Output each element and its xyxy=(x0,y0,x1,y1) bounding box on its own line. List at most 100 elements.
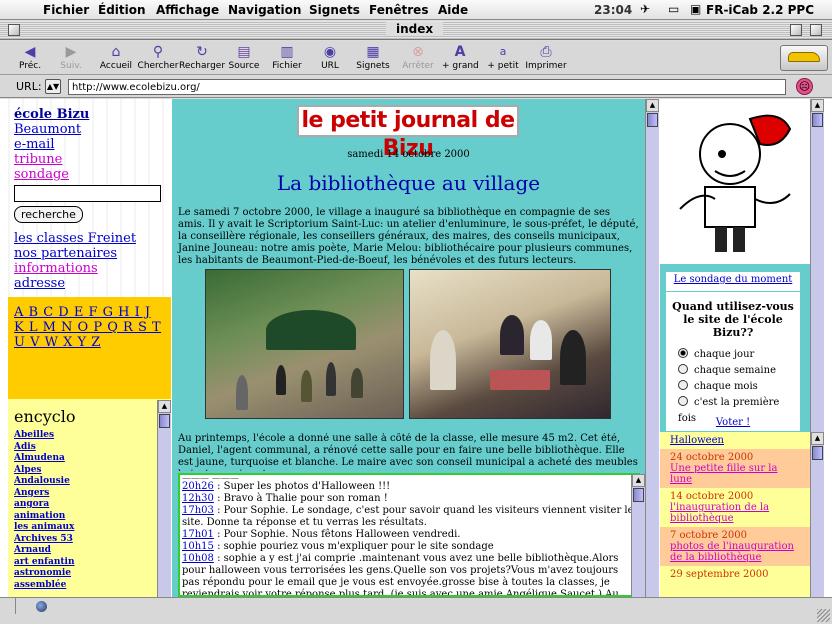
guestbook-entry-time[interactable]: 10h15 xyxy=(182,541,214,552)
home-button[interactable]: ⌂ Accueil xyxy=(98,43,134,71)
article-scrollbar[interactable]: ▲ xyxy=(645,99,659,597)
scroll-up-arrow-icon[interactable]: ▲ xyxy=(646,99,659,112)
forward-button[interactable]: ▶ Suiv. xyxy=(56,43,86,71)
scroll-thumb[interactable] xyxy=(812,446,823,460)
news-link[interactable]: l'inauguration de la bibliothèque xyxy=(670,502,769,524)
poll-option[interactable]: chaque mois xyxy=(678,379,800,395)
resize-grip-icon[interactable] xyxy=(817,609,830,622)
news-link[interactable]: photos de l'inauguration de la bibliothè… xyxy=(670,541,794,563)
menu-edition[interactable]: Édition xyxy=(98,3,146,17)
book-table-shape xyxy=(490,370,550,390)
poll-option[interactable]: c'est la première fois xyxy=(678,395,800,424)
reload-button[interactable]: ↻ Recharger xyxy=(178,43,226,71)
stop-button[interactable]: ⊗ Arrêter xyxy=(400,43,436,71)
nav-link-informations[interactable]: informations xyxy=(14,261,165,276)
encyclo-item[interactable]: Adis xyxy=(14,442,165,454)
guestbook-scrollbar[interactable]: ▲ xyxy=(631,474,645,597)
menu-affichage[interactable]: Affichage xyxy=(156,3,219,17)
radio-icon[interactable] xyxy=(678,396,688,406)
close-box-icon[interactable] xyxy=(8,24,20,36)
html-error-face-icon[interactable]: ☹ xyxy=(796,78,813,95)
nav-link-tribune[interactable]: tribune xyxy=(14,152,165,167)
url-button[interactable]: ◉ URL xyxy=(318,43,342,71)
search-button[interactable]: ⚲ Chercher xyxy=(136,43,180,71)
encyclo-item[interactable]: les animaux xyxy=(14,522,165,534)
search-input[interactable] xyxy=(14,185,161,202)
alphabet-row-2[interactable]: K L M N O P Q R S T xyxy=(14,320,161,335)
encyclo-item[interactable]: art enfantin xyxy=(14,557,165,569)
news-link[interactable]: Halloween xyxy=(670,435,724,446)
radio-icon[interactable] xyxy=(678,380,688,390)
source-button[interactable]: ▤ Source xyxy=(227,43,261,71)
scroll-up-arrow-icon[interactable]: ▲ xyxy=(811,432,824,445)
bookmarks-button[interactable]: ▦ Signets xyxy=(355,43,391,71)
person-shape xyxy=(430,330,456,390)
radio-icon[interactable] xyxy=(678,364,688,374)
application-menu-icon[interactable]: ▣ xyxy=(690,2,701,16)
guestbook-entry-time[interactable]: 10h08 xyxy=(182,553,214,564)
scroll-thumb[interactable] xyxy=(812,113,823,127)
nav-link-email[interactable]: e-mail xyxy=(14,137,165,152)
nav-link-ecole-bizu[interactable]: école Bizu xyxy=(14,107,165,122)
encyclo-scrollbar[interactable]: ▲ xyxy=(157,400,171,597)
encyclo-item[interactable]: assemblée xyxy=(14,580,165,592)
back-button[interactable]: ◀ Préc. xyxy=(14,43,46,71)
encyclo-item[interactable]: Archives 53 xyxy=(14,534,165,546)
encyclo-item[interactable]: Alpes xyxy=(14,465,165,477)
zoom-box-icon[interactable] xyxy=(790,24,802,36)
print-button[interactable]: ⎙ Imprimer xyxy=(524,43,568,71)
menu-navigation[interactable]: Navigation xyxy=(228,3,301,17)
radio-selected-icon[interactable] xyxy=(678,348,688,358)
poll-title[interactable]: Le sondage du moment xyxy=(666,274,800,292)
search-submit-button[interactable]: recherche xyxy=(14,206,83,223)
icab-taxi-button[interactable] xyxy=(780,45,828,71)
cartoon-scrollbar[interactable]: ▲ xyxy=(810,99,824,432)
nav-link-sondage[interactable]: sondage xyxy=(14,167,165,182)
news-link[interactable]: Une petite fille sur la lune xyxy=(670,463,777,485)
url-input[interactable] xyxy=(68,79,786,95)
news-scrollbar[interactable]: ▲ xyxy=(810,432,824,597)
encyclo-item[interactable]: Almudena xyxy=(14,453,165,465)
menu-fenetres[interactable]: Fenêtres xyxy=(369,3,428,17)
alphabet-row-3[interactable]: U V W X Y Z xyxy=(14,335,101,350)
url-history-stepper[interactable]: ▲▼ xyxy=(45,79,61,94)
menubar-clock[interactable]: 23:04 xyxy=(594,3,632,17)
scroll-up-arrow-icon[interactable]: ▲ xyxy=(632,474,645,487)
encyclo-item[interactable]: astronomie xyxy=(14,568,165,580)
guestbook-entry-time[interactable]: 20h26 xyxy=(182,481,214,492)
scroll-thumb[interactable] xyxy=(633,488,644,502)
disk-icon[interactable]: ▭ xyxy=(668,2,679,16)
encyclo-item[interactable]: Andalousie xyxy=(14,476,165,488)
scroll-thumb[interactable] xyxy=(159,414,170,428)
menu-fichier[interactable]: Fichier xyxy=(43,3,89,17)
collapse-box-icon[interactable] xyxy=(810,24,822,36)
poll-option[interactable]: chaque jour xyxy=(678,347,800,363)
guestbook-entry-time[interactable]: 12h30 xyxy=(182,493,214,504)
guestbook-entry-time[interactable]: 17h01 xyxy=(182,529,214,540)
encyclo-item[interactable]: Angers xyxy=(14,488,165,500)
application-name[interactable]: FR-iCab 2.2 PPC xyxy=(706,3,814,17)
nav-link-adresse[interactable]: adresse xyxy=(14,276,165,291)
smaller-text-button[interactable]: a + petit xyxy=(486,43,520,71)
file-button[interactable]: ▥ Fichier xyxy=(270,43,304,71)
nav-link-classes-freinet[interactable]: les classes Freinet xyxy=(14,231,165,246)
scroll-thumb[interactable] xyxy=(647,113,658,127)
menu-signets[interactable]: Signets xyxy=(309,3,360,17)
encyclo-item[interactable]: Abeilles xyxy=(14,430,165,442)
horizontal-scroll-left[interactable] xyxy=(0,598,16,614)
encyclo-item[interactable]: animation xyxy=(14,511,165,523)
control-strip-icon[interactable]: ✈ xyxy=(640,2,650,16)
guestbook-entry-time[interactable]: 17h03 xyxy=(182,505,214,516)
menu-aide[interactable]: Aide xyxy=(438,3,468,17)
scroll-up-arrow-icon[interactable]: ▲ xyxy=(158,400,171,413)
alphabet-row-1[interactable]: A B C D E F G H I J xyxy=(14,305,151,320)
nav-link-beaumont[interactable]: Beaumont xyxy=(14,122,165,137)
window-title-bar[interactable]: index xyxy=(0,21,832,40)
poll-question: Quand utilisez-vous le site de l'école B… xyxy=(672,300,794,339)
scroll-up-arrow-icon[interactable]: ▲ xyxy=(811,99,824,112)
nav-link-partenaires[interactable]: nos partenaires xyxy=(14,246,165,261)
bigger-text-button[interactable]: A + grand xyxy=(442,43,479,71)
encyclo-item[interactable]: Arnaud xyxy=(14,545,165,557)
encyclo-item[interactable]: angora xyxy=(14,499,165,511)
poll-option[interactable]: chaque semaine xyxy=(678,363,800,379)
